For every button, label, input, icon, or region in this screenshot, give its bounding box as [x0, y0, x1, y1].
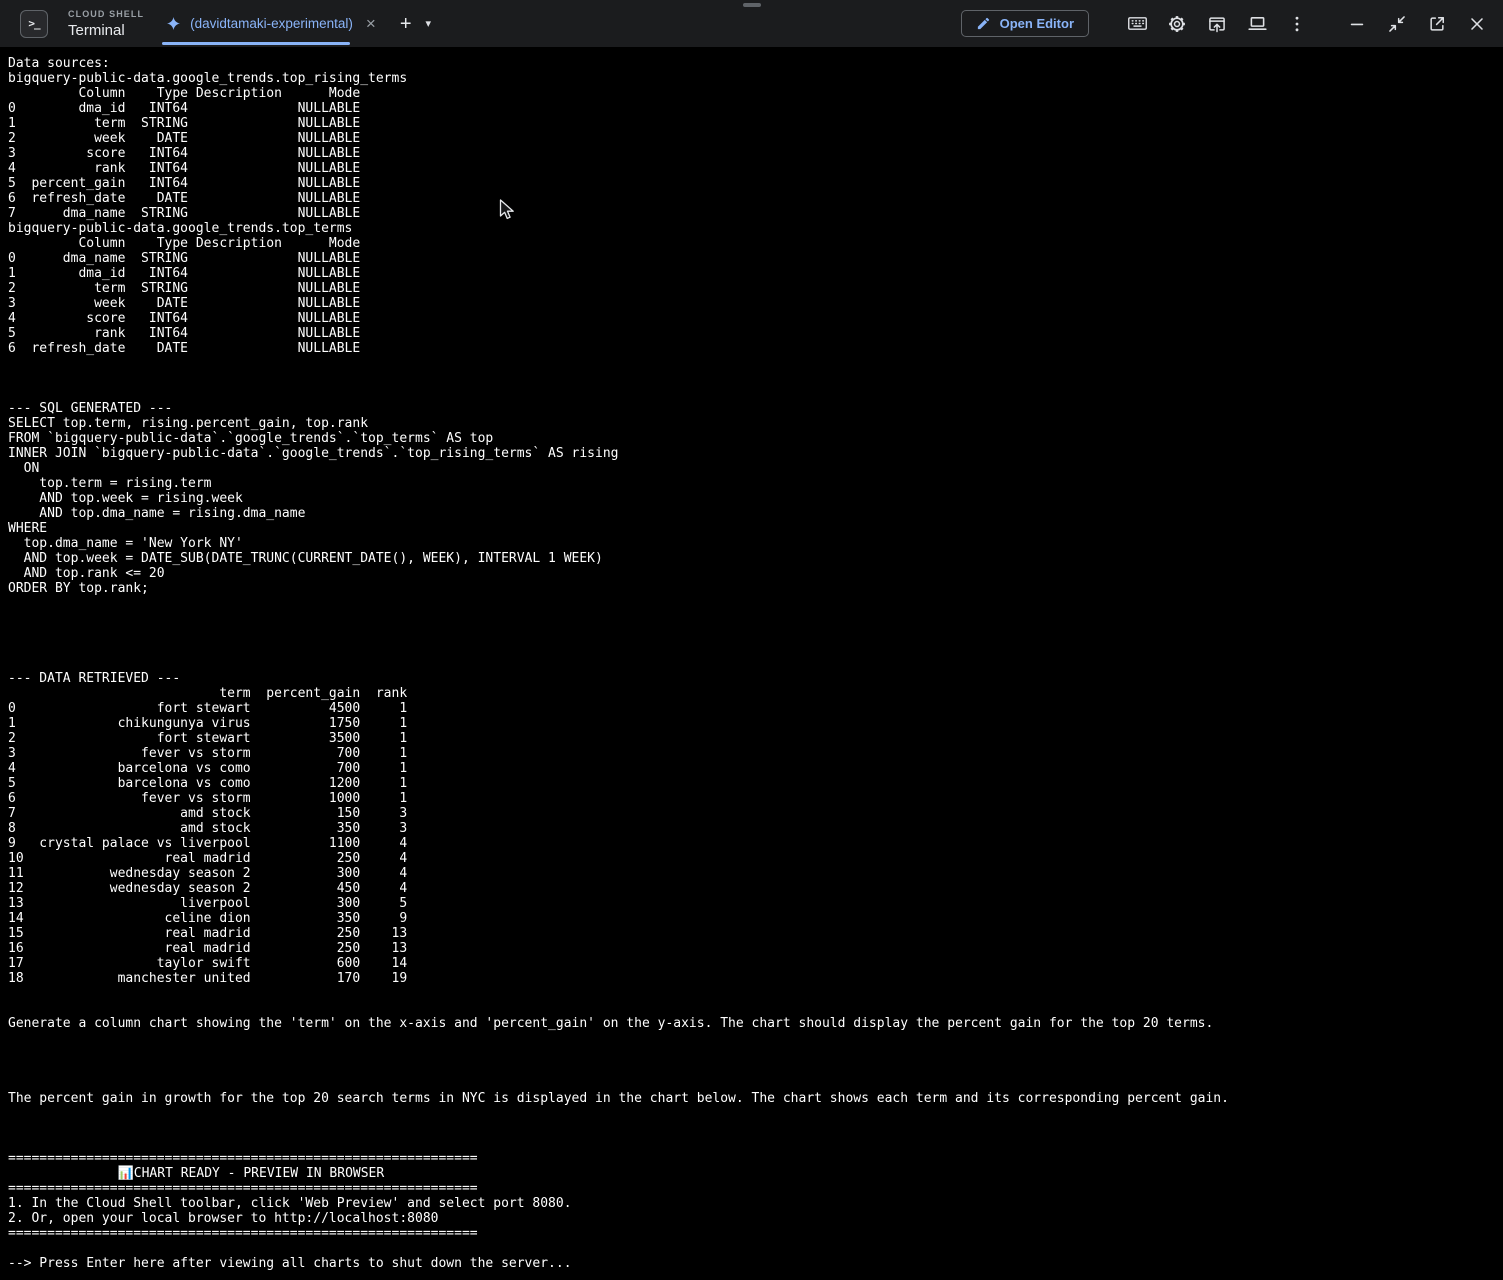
product-mode-label: Terminal [68, 22, 144, 39]
close-icon [1467, 14, 1487, 34]
product-block: CLOUD SHELL Terminal [68, 9, 144, 39]
tab-close-icon[interactable]: × [366, 15, 376, 32]
collapse-icon [1387, 14, 1407, 34]
cloud-shell-logo: >_ [20, 10, 48, 38]
collapse-button[interactable] [1385, 12, 1409, 36]
minimize-icon [1347, 14, 1367, 34]
web-preview-icon [1207, 14, 1227, 34]
cloud-shell-toolbar: >_ CLOUD SHELL Terminal (davidtamaki-exp… [0, 0, 1503, 47]
pencil-icon [976, 16, 991, 31]
cloud-shell-logo-glyph: >_ [28, 17, 39, 30]
more-options-button[interactable] [1285, 12, 1309, 36]
tab-menu-chevron-icon[interactable]: ▾ [422, 13, 436, 34]
laptop-icon [1247, 13, 1268, 34]
toolbar-icon-group [1125, 12, 1309, 36]
minimize-button[interactable] [1345, 12, 1369, 36]
gear-icon [1167, 14, 1187, 34]
product-name: CLOUD SHELL [68, 9, 144, 19]
web-preview-button[interactable] [1205, 12, 1229, 36]
open-in-new-window-button[interactable] [1425, 12, 1449, 36]
keyboard-icon [1127, 13, 1148, 34]
gemini-sparkle-icon [166, 16, 181, 31]
window-controls [1345, 12, 1489, 36]
terminal-tab[interactable]: (davidtamaki-experimental) × [160, 0, 382, 47]
terminal-output[interactable]: Data sources: bigquery-public-data.googl… [0, 47, 1503, 1280]
close-button[interactable] [1465, 12, 1489, 36]
more-options-icon [1287, 14, 1307, 34]
settings-button[interactable] [1165, 12, 1189, 36]
open-editor-label: Open Editor [1000, 16, 1074, 31]
open-editor-button[interactable]: Open Editor [961, 10, 1089, 37]
terminal-panel-button[interactable] [1245, 12, 1269, 36]
open-in-new-icon [1427, 14, 1447, 34]
tab-label: (davidtamaki-experimental) [190, 16, 353, 31]
keyboard-button[interactable] [1125, 12, 1149, 36]
new-tab-button[interactable]: + [396, 10, 416, 38]
drag-handle[interactable] [743, 3, 761, 7]
